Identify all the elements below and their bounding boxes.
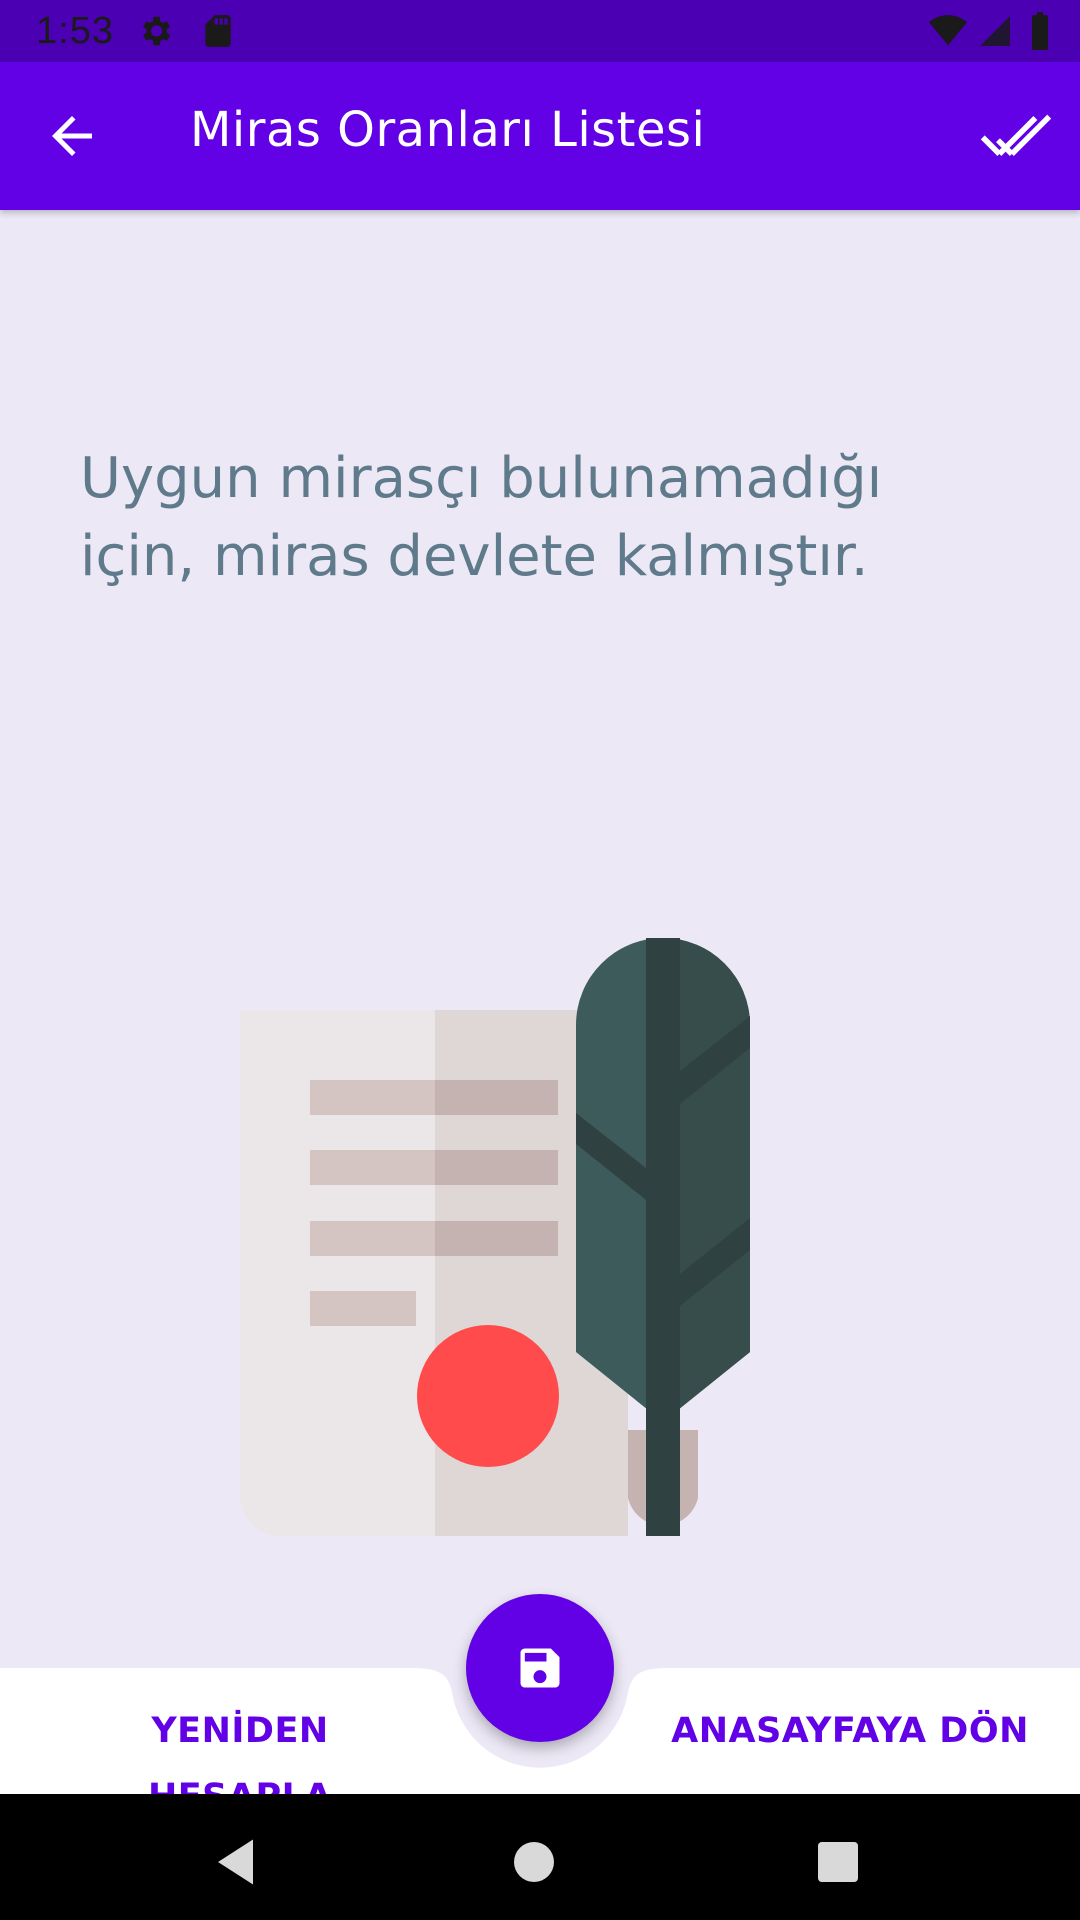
nav-home-icon (514, 1842, 554, 1882)
go-home-button[interactable]: ANASAYFAYA DÖN (660, 1698, 1040, 1764)
app-bar: Miras Oranları Listesi (0, 62, 1080, 210)
empty-state-message: Uygun mirasçı bulunamadığı için, miras d… (80, 446, 883, 589)
save-icon (520, 1648, 560, 1688)
page-title: Miras Oranları Listesi (190, 102, 706, 158)
system-nav-bar (0, 1794, 1080, 1920)
nav-recents-button[interactable] (808, 1832, 868, 1892)
status-time: 1:53 (36, 10, 114, 52)
document-quill-illustration (240, 938, 750, 1536)
done-all-button[interactable] (980, 108, 1052, 164)
nav-back-button[interactable] (208, 1832, 268, 1892)
recalculate-button[interactable]: YENİDEN HESAPLA (60, 1698, 420, 1817)
save-button[interactable] (466, 1594, 614, 1742)
nav-back-icon (218, 1839, 253, 1885)
nav-home-button[interactable] (504, 1832, 564, 1892)
settings-icon (142, 16, 171, 46)
nav-recents-icon (818, 1842, 858, 1882)
signal-icon (979, 16, 1010, 46)
status-bar: 1:53 (0, 0, 1080, 62)
sd-card-icon (205, 15, 231, 47)
done-all-icon (980, 114, 1052, 156)
arrow-back-icon (52, 116, 92, 156)
battery-icon (1032, 12, 1048, 50)
wifi-icon (928, 15, 967, 46)
back-button[interactable] (40, 106, 104, 166)
status-left-icons (136, 12, 237, 50)
status-right-icons (928, 12, 1052, 50)
